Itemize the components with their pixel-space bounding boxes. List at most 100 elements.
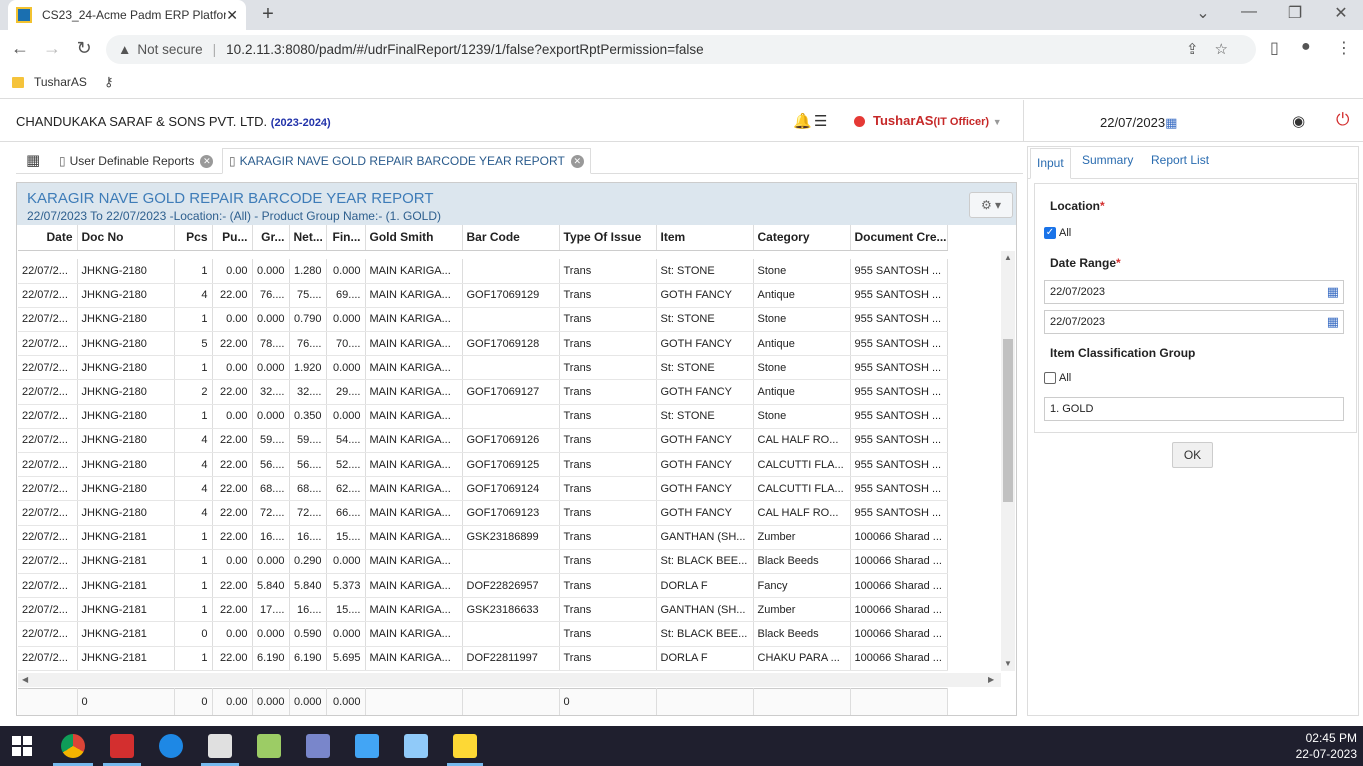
settings-gear-button[interactable]: ⚙ ▾ [969,192,1013,218]
table-row[interactable]: 22/07/2... JHKNG-2181 1 22.00 17.... 16.... 15… [18,597,948,623]
app-v-icon[interactable] [110,734,134,758]
table-cell: GSK23186633 [462,597,560,623]
date-from-field[interactable]: 22/07/2023 ▦ [1044,280,1344,304]
restore-button[interactable]: ❐ [1283,3,1307,23]
column-header[interactable]: Gr... [252,225,290,251]
windows-start-icon[interactable] [12,736,32,756]
window-close-button[interactable]: ✕ [1329,3,1353,23]
table-row[interactable]: 22/07/2... JHKNG-2180 4 22.00 68.... 68.... 62… [18,476,948,502]
tab-input[interactable]: Input [1030,148,1071,179]
column-header[interactable]: Category [753,225,851,251]
item-group-value: 1. GOLD [1050,403,1094,415]
apps-grid-icon[interactable]: ▦ [26,151,40,169]
scroll-down-icon[interactable]: ▼ [1004,659,1012,668]
header-date[interactable]: 22/07/2023▦ [1100,115,1177,131]
horizontal-scrollbar[interactable]: ◀ ▶ [18,673,1001,687]
table-row[interactable]: 22/07/2... JHKNG-2181 1 22.00 5.840 5.840 5.37… [18,573,948,599]
table-row[interactable]: 22/07/2... JHKNG-2181 1 22.00 6.190 6.190 5.69… [18,646,948,671]
close-icon[interactable]: ✕ [200,154,214,168]
list-icon[interactable]: ☰ [814,112,827,130]
column-header[interactable]: Bar Code [462,225,560,251]
column-header[interactable]: Date [18,225,78,251]
table-row[interactable]: 22/07/2... JHKNG-2180 4 22.00 72.... 72.... 66… [18,500,948,526]
shield-icon[interactable] [355,734,379,758]
checkbox-unchecked-icon[interactable] [1044,372,1056,384]
table-row[interactable]: 22/07/2... JHKNG-2180 1 0.00 0.000 1.280 0.000… [18,259,948,284]
table-row[interactable]: 22/07/2... JHKNG-2181 1 22.00 16.... 16.... 15… [18,525,948,550]
table-row[interactable]: 22/07/2... JHKNG-2180 4 22.00 59.... 59.... 54… [18,428,948,454]
tab-summary[interactable]: Summary [1082,153,1133,167]
table-row[interactable]: 22/07/2... JHKNG-2180 4 22.00 76.... 75.... 69… [18,283,948,308]
column-header[interactable]: Gold Smith [365,225,463,251]
bookmark-folder[interactable]: TusharAS [12,75,87,89]
url-text[interactable]: 10.2.11.3:8080/padm/#/udrFinalReport/123… [226,42,703,57]
table-row[interactable]: 22/07/2... JHKNG-2180 2 22.00 32.... 32.... 29… [18,379,948,405]
close-icon[interactable]: ✕ [226,7,238,24]
phone-app-icon[interactable] [159,734,183,758]
table-row[interactable]: 22/07/2... JHKNG-2180 1 0.00 0.000 1.920 0.000… [18,355,948,381]
sticky-notes-icon[interactable] [453,734,477,758]
system-clock[interactable]: 02:45 PM 22-07-2023 [1296,730,1357,762]
browser-tab[interactable]: CS23_24-Acme Padm ERP Platfor ✕ [8,0,246,30]
column-header[interactable]: Pcs [174,225,213,251]
table-row[interactable]: 22/07/2... JHKNG-2180 5 22.00 78.... 76.... 70… [18,331,948,357]
tab-report-list[interactable]: Report List [1151,153,1209,167]
item-group-all-checkbox[interactable]: All [1044,372,1071,384]
bell-icon[interactable]: 🔔 [793,112,812,130]
close-icon[interactable]: ✕ [570,154,584,168]
table-cell: JHKNG-2180 [77,404,175,429]
table-row[interactable]: 22/07/2... JHKNG-2181 1 0.00 0.000 0.290 0.000… [18,549,948,574]
table-row[interactable]: 22/07/2... JHKNG-2180 4 22.00 56.... 56.... 52… [18,452,948,478]
ok-button[interactable]: OK [1172,442,1213,468]
table-cell: 0.000 [252,259,290,284]
new-tab-button[interactable]: + [256,4,280,26]
kebab-menu-icon[interactable]: ⋮ [1336,38,1352,58]
scroll-up-icon[interactable]: ▲ [1004,253,1012,262]
date-to-field[interactable]: 22/07/2023 ▦ [1044,310,1344,334]
table-cell: 22/07/2... [18,355,78,381]
remote-desktop-icon[interactable] [306,734,330,758]
user-menu[interactable]: TusharAS(IT Officer) ▼ [873,113,1002,128]
scroll-left-icon[interactable]: ◀ [22,675,28,684]
minimize-button[interactable]: — [1237,3,1261,21]
table-row[interactable]: 22/07/2... JHKNG-2181 0 0.00 0.000 0.590 0.000… [18,621,948,647]
item-group-select[interactable]: 1. GOLD [1044,397,1344,421]
forward-icon[interactable]: → [41,38,63,59]
notes-app-icon[interactable] [404,734,428,758]
column-header[interactable]: Net... [289,225,327,251]
chrome-icon[interactable] [61,734,85,758]
tab-label: User Definable Reports [69,154,195,168]
table-row[interactable]: 22/07/2... JHKNG-2180 1 0.00 0.000 0.350 0.000… [18,404,948,429]
back-icon[interactable]: ← [9,38,31,59]
power-icon[interactable]: ⏻ [1336,110,1349,130]
grid-body[interactable]: 22/07/2... JHKNG-2180 1 0.00 0.000 1.280 0.000… [18,259,948,671]
chevron-down-icon[interactable]: ⌄ [1191,3,1215,23]
hide-eye-icon[interactable]: ◉ [1292,112,1305,130]
column-header[interactable]: Pu... [212,225,253,251]
column-header[interactable]: Document Cre... [850,225,948,251]
column-header[interactable]: Fin... [326,225,366,251]
tab-user-definable-reports[interactable]: ▯ User Definable Reports ✕ [53,148,219,174]
profile-icon[interactable]: ● [1301,38,1311,56]
tab-karagir-report[interactable]: ▯ KARAGIR NAVE GOLD REPAIR BARCODE YEAR … [222,148,591,174]
calendar-icon[interactable]: ▦ [1327,284,1339,300]
vnc-icon[interactable] [208,734,232,758]
network-tool-icon[interactable] [257,734,281,758]
address-bar[interactable]: ▲ Not secure | 10.2.11.3:8080/padm/#/udr… [106,35,1256,64]
share-star-icons[interactable]: ⇪☆ [1186,40,1244,58]
location-all-checkbox[interactable]: ✓ All [1044,227,1071,239]
scroll-right-icon[interactable]: ▶ [988,675,994,684]
calendar-icon[interactable]: ▦ [1327,314,1339,330]
column-header[interactable]: Type Of Issue [559,225,657,251]
table-cell: 0.00 [212,307,253,333]
reload-icon[interactable]: ↻ [73,38,95,59]
sidebar-icon[interactable]: ▯ [1270,38,1279,58]
checkbox-checked-icon[interactable]: ✓ [1044,227,1056,239]
column-header[interactable]: Item [656,225,754,251]
column-header[interactable]: Doc No [77,225,175,251]
vertical-scrollbar[interactable]: ▲ ▼ [1001,251,1015,671]
table-row[interactable]: 22/07/2... JHKNG-2180 1 0.00 0.000 0.790 0.000… [18,307,948,333]
key-icon[interactable]: ⚷ [104,74,114,90]
table-cell: 0.000 [326,307,366,333]
scroll-thumb[interactable] [1003,339,1013,502]
